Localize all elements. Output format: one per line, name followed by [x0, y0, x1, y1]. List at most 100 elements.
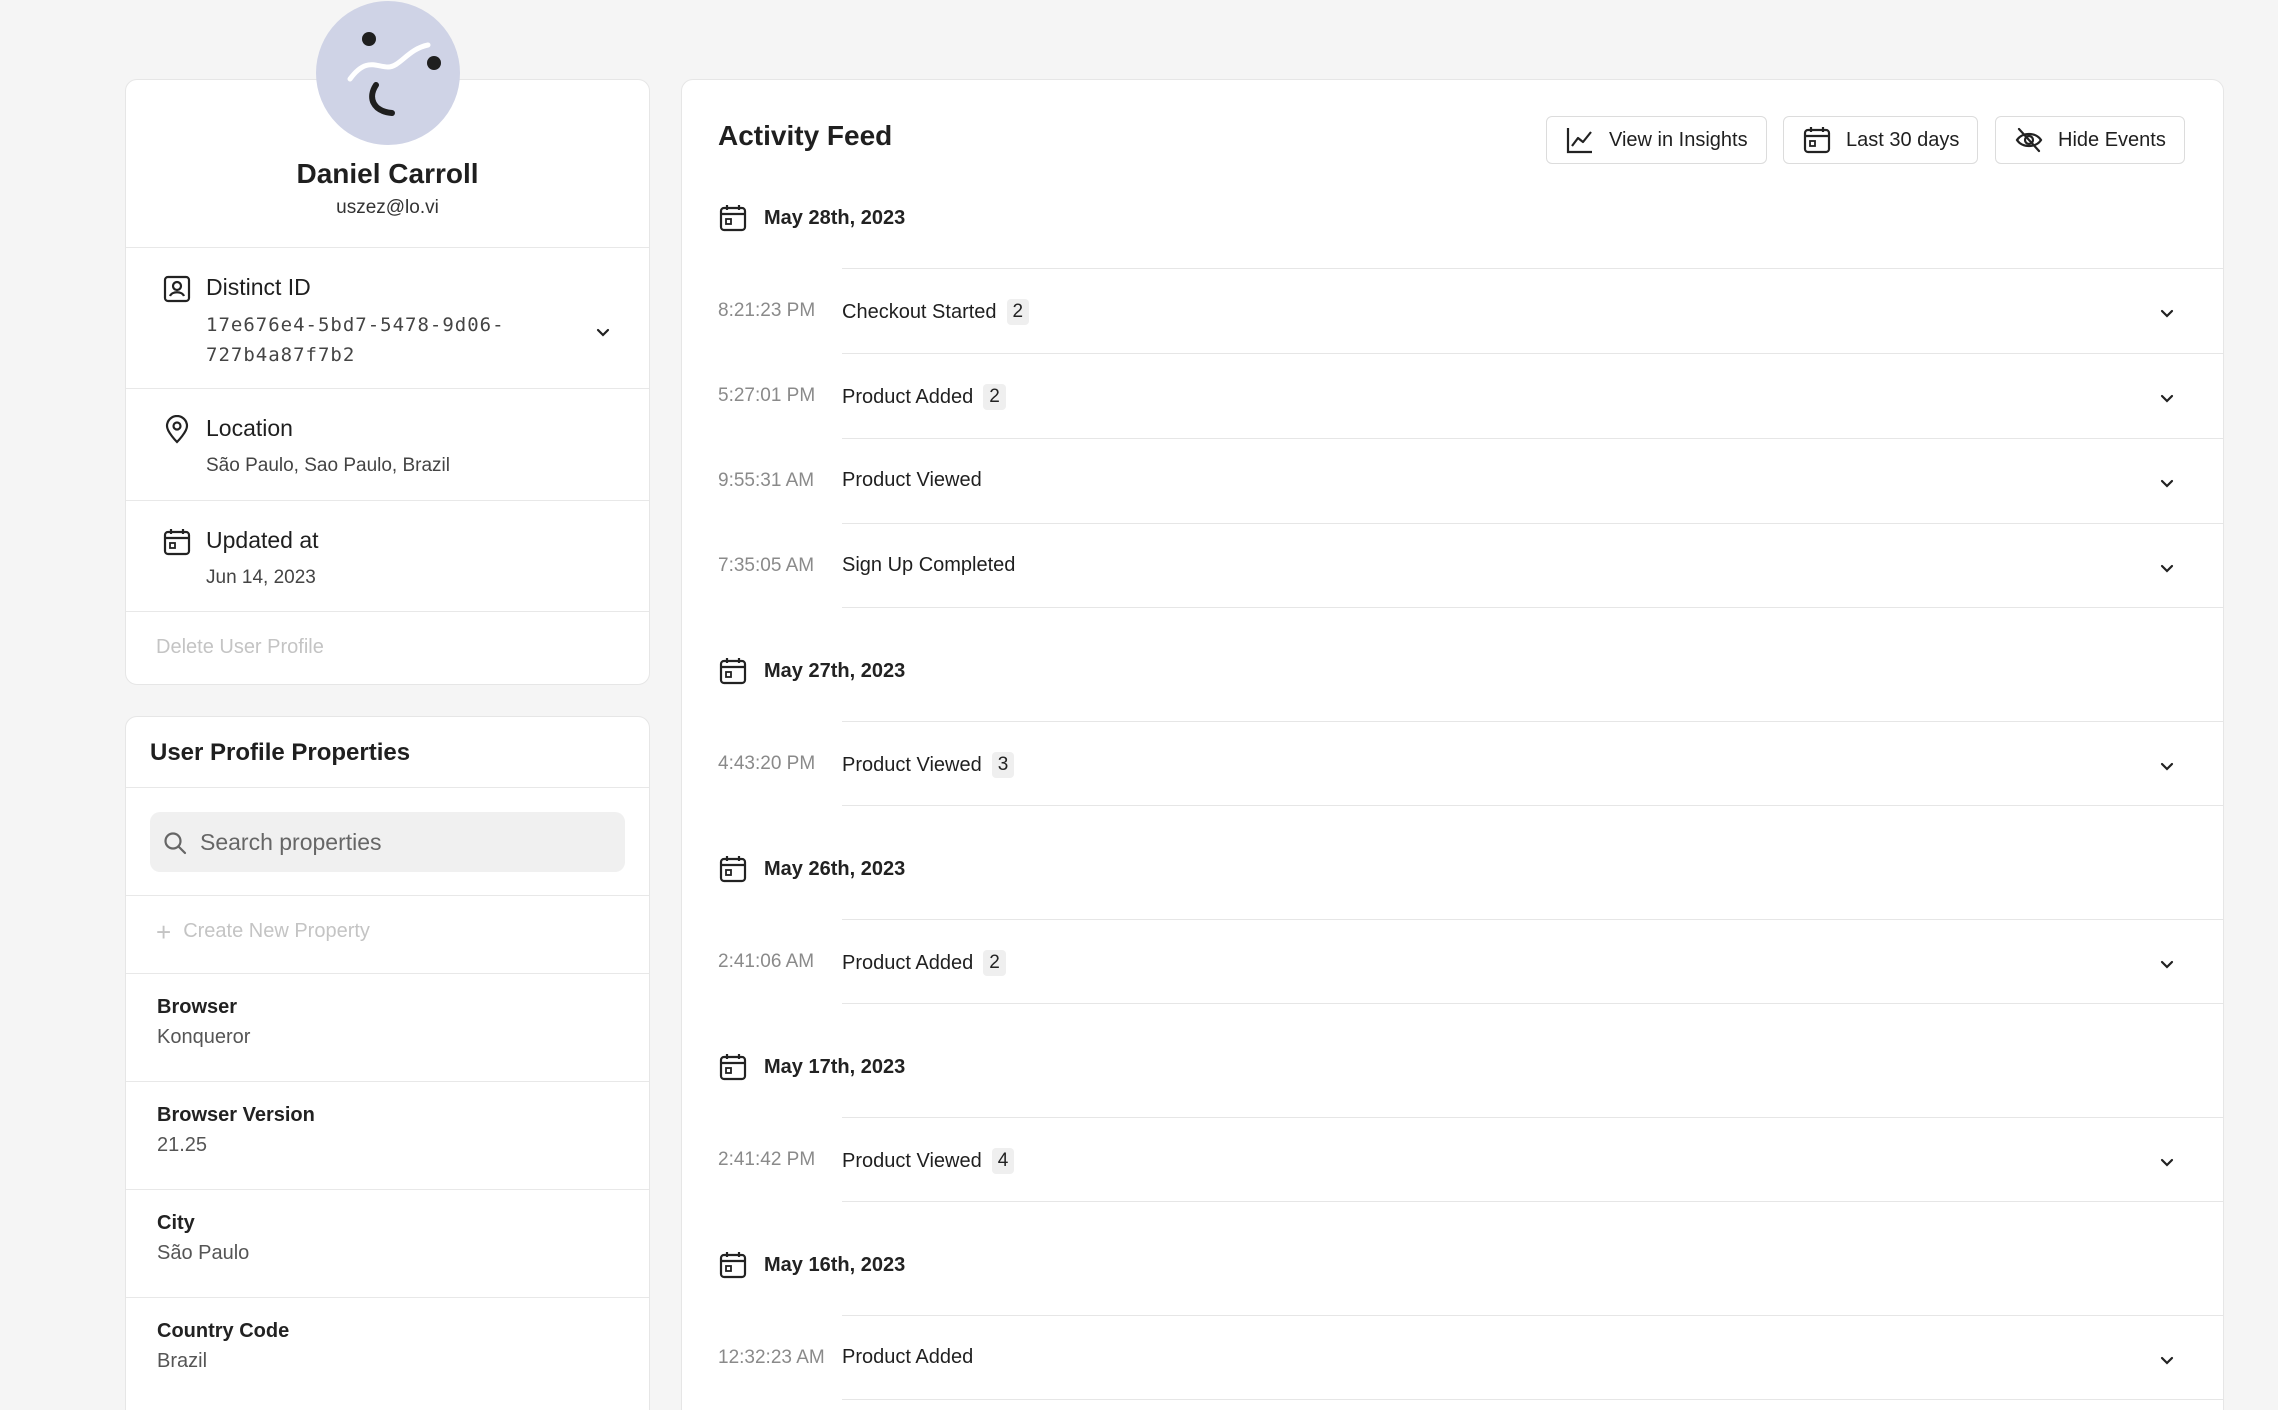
create-new-property-label: Create New Property — [183, 920, 370, 942]
event-label: Product Viewed — [842, 1149, 982, 1172]
date-group-label: May 16th, 2023 — [764, 1253, 906, 1276]
property-name: Country Code — [157, 1320, 290, 1342]
date-range-button[interactable]: Last 30 days — [1783, 116, 1979, 164]
event-label: Product Added — [842, 1346, 974, 1368]
event-label: Checkout Started — [842, 300, 997, 323]
eye-off-icon — [2015, 127, 2043, 153]
date-group-label: May 27th, 2023 — [764, 659, 906, 682]
event-count-badge: 2 — [1006, 299, 1030, 325]
properties-title: User Profile Properties — [150, 739, 411, 766]
property-value: Brazil — [157, 1350, 208, 1372]
event-row[interactable]: 2:41:06 AM Product Added 2 — [718, 919, 2223, 1004]
search-properties-input[interactable] — [200, 812, 610, 872]
location-pin-icon — [165, 415, 189, 444]
property-item[interactable]: Browser Version 21.25 — [126, 1081, 649, 1189]
event-row[interactable]: 7:35:05 AM Sign Up Completed — [718, 523, 2223, 608]
event-row[interactable]: 5:27:01 PM Product Added 2 — [718, 353, 2223, 438]
date-group-header: May 28th, 2023 — [718, 198, 905, 238]
chevron-down-icon[interactable] — [2159, 560, 2175, 576]
calendar-icon — [1803, 127, 1831, 154]
profile-card: Daniel Carroll uszez@lo.vi Distinct ID 1… — [125, 1, 650, 685]
activity-feed-card: Activity Feed View in Insights Last 30 d… — [681, 79, 2224, 1410]
event-name: Product Added — [842, 1346, 973, 1369]
calendar-icon — [719, 856, 747, 883]
property-item[interactable]: Country Code Brazil — [126, 1297, 649, 1405]
activity-feed-title: Activity Feed — [718, 120, 893, 151]
event-time: 5:27:01 PM — [718, 385, 816, 406]
profile-name: Daniel Carroll — [296, 158, 479, 189]
property-value: São Paulo — [157, 1242, 250, 1264]
avatar-face-icon — [347, 32, 441, 116]
chevron-down-icon[interactable] — [2159, 956, 2175, 972]
create-new-property-button[interactable]: + Create New Property — [156, 916, 370, 947]
plus-icon: + — [156, 916, 172, 947]
date-group-label: May 17th, 2023 — [764, 1055, 906, 1078]
calendar-icon — [163, 529, 191, 556]
chevron-down-icon[interactable] — [2159, 390, 2175, 406]
property-value: Konqueror — [157, 1026, 251, 1048]
event-row[interactable]: 12:32:23 AM Product Added — [718, 1315, 2223, 1400]
event-row[interactable]: 2:41:42 PM Product Viewed 4 — [718, 1117, 2223, 1202]
location-value: São Paulo, Sao Paulo, Brazil — [206, 455, 450, 476]
event-row[interactable]: 8:21:23 PM Checkout Started 2 — [718, 268, 2223, 353]
calendar-icon — [719, 658, 747, 685]
event-name: Product Added 2 — [842, 384, 1006, 410]
date-group-header: May 27th, 2023 — [718, 651, 905, 691]
property-value: 21.25 — [157, 1134, 208, 1156]
properties-card: User Profile Properties + Create New Pro… — [125, 716, 650, 1410]
chevron-down-icon[interactable] — [595, 324, 611, 340]
event-time: 12:32:23 AM — [718, 1347, 825, 1368]
hide-events-label: Hide Events — [2058, 128, 2166, 151]
chevron-down-icon[interactable] — [2159, 475, 2175, 491]
date-group-label: May 26th, 2023 — [764, 857, 906, 880]
property-name: Browser Version — [157, 1104, 315, 1126]
event-label: Product Added — [842, 951, 974, 974]
distinct-id-row[interactable]: Distinct ID 17e676e4-5bd7-5478-9d06- 727… — [126, 247, 649, 388]
date-group-header: May 17th, 2023 — [718, 1047, 905, 1087]
date-group-header: May 26th, 2023 — [718, 849, 905, 889]
chevron-down-icon[interactable] — [2159, 1352, 2175, 1368]
location-row: Location São Paulo, Sao Paulo, Brazil — [126, 388, 649, 500]
date-range-label: Last 30 days — [1846, 128, 1960, 151]
distinct-id-label: Distinct ID — [206, 274, 311, 300]
user-id-icon — [163, 275, 191, 303]
search-icon — [164, 832, 187, 855]
event-name: Checkout Started 2 — [842, 299, 1030, 325]
event-row[interactable]: 9:55:31 AM Product Viewed — [718, 438, 2223, 523]
view-in-insights-button[interactable]: View in Insights — [1546, 116, 1767, 164]
divider — [126, 787, 649, 788]
line-chart-icon — [1566, 128, 1592, 154]
event-time: 4:43:20 PM — [718, 753, 816, 774]
event-count-badge: 3 — [991, 752, 1015, 778]
user-profile-page: Daniel Carroll uszez@lo.vi Distinct ID 1… — [0, 0, 2278, 1410]
property-item[interactable]: Browser Konqueror — [126, 973, 649, 1081]
hide-events-button[interactable]: Hide Events — [1995, 116, 2185, 164]
event-time: 8:21:23 PM — [718, 300, 816, 321]
delete-user-profile-button[interactable]: Delete User Profile — [156, 636, 324, 659]
distinct-id-line-1: 17e676e4-5bd7-5478-9d06- — [206, 314, 505, 336]
event-time: 9:55:31 AM — [718, 470, 815, 491]
event-time: 2:41:06 AM — [718, 951, 815, 972]
avatar — [316, 1, 460, 145]
chevron-down-icon[interactable] — [2159, 1154, 2175, 1170]
event-count-badge: 4 — [991, 1148, 1015, 1174]
event-count-badge: 2 — [983, 950, 1006, 976]
distinct-id-line-2: 727b4a87f7b2 — [206, 344, 356, 366]
property-name: Browser — [157, 996, 238, 1018]
property-item[interactable]: City São Paulo — [126, 1189, 649, 1297]
divider — [126, 895, 649, 896]
event-label: Product Viewed — [842, 469, 982, 491]
event-row[interactable]: 4:43:20 PM Product Viewed 3 — [718, 721, 2223, 806]
calendar-icon — [719, 205, 747, 232]
distinct-id-value: 17e676e4-5bd7-5478-9d06- 727b4a87f7b2 — [206, 310, 505, 370]
calendar-icon — [719, 1252, 747, 1279]
event-name: Product Viewed 3 — [842, 752, 1015, 778]
property-name: City — [157, 1212, 195, 1234]
event-time: 2:41:42 PM — [718, 1149, 816, 1170]
chevron-down-icon[interactable] — [2159, 305, 2175, 321]
event-name: Sign Up Completed — [842, 554, 1015, 577]
chevron-down-icon[interactable] — [2159, 758, 2175, 774]
event-label: Product Added — [842, 385, 974, 408]
calendar-icon — [719, 1054, 747, 1081]
search-properties-box[interactable] — [150, 812, 625, 872]
